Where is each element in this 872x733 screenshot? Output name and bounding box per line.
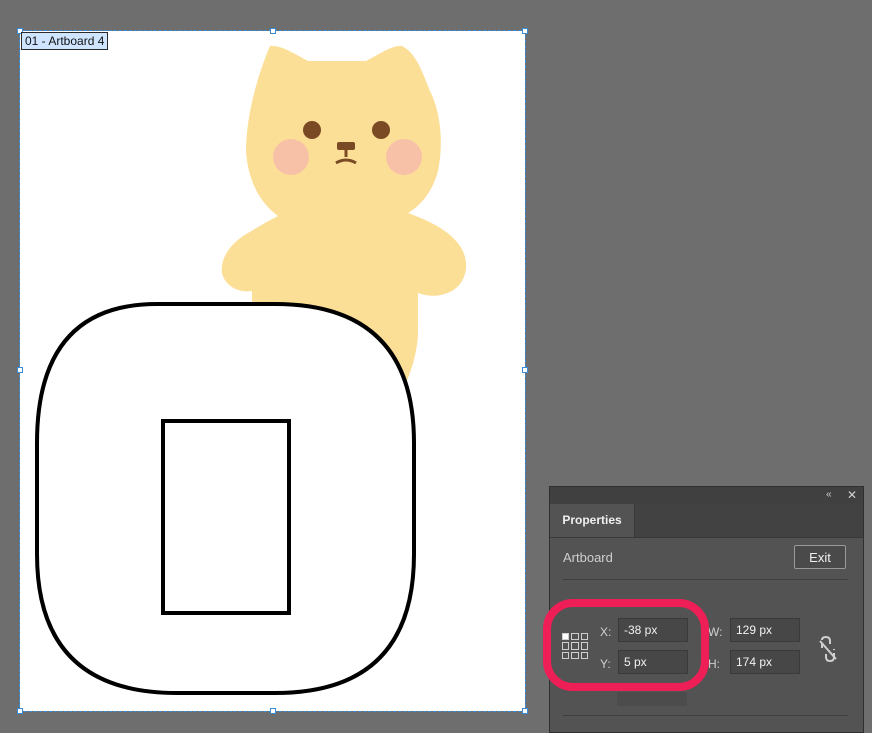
panel-tab-bar: Properties [550, 503, 863, 538]
selection-handle-bottom-middle[interactable] [270, 708, 276, 714]
artboard-canvas[interactable] [19, 30, 526, 712]
left-blush [273, 139, 309, 175]
selection-handle-middle-right[interactable] [522, 367, 528, 373]
left-eye [303, 121, 321, 139]
selection-handle-top-middle[interactable] [270, 28, 276, 34]
selection-handle-bottom-left[interactable] [17, 708, 23, 714]
hidden-field-fragment [617, 692, 687, 706]
right-eye [372, 121, 390, 139]
w-label: W: [708, 625, 723, 639]
exit-button[interactable]: Exit [794, 545, 846, 569]
section-divider [563, 579, 848, 580]
selection-handle-bottom-right[interactable] [522, 708, 528, 714]
unlink-proportions-icon[interactable] [817, 636, 839, 662]
height-input[interactable]: 174 px [730, 650, 800, 674]
close-icon[interactable]: ✕ [847, 487, 857, 503]
tab-properties[interactable]: Properties [550, 504, 635, 537]
artboard-artwork [35, 45, 467, 695]
right-blush [386, 139, 422, 175]
selection-handle-top-right[interactable] [522, 28, 528, 34]
bear-nose [337, 142, 355, 150]
section-divider-bottom [563, 715, 848, 716]
panel-header-bar: « ✕ [550, 487, 863, 503]
selection-handle-middle-left[interactable] [17, 367, 23, 373]
artboard-name-label[interactable]: 01 - Artboard 4 [21, 32, 109, 50]
h-label: H: [708, 657, 720, 671]
collapse-panel-icon[interactable]: « [826, 487, 832, 503]
annotation-highlight-ring [543, 599, 709, 691]
inner-rectangle-shape[interactable] [161, 419, 291, 615]
section-title-artboard: Artboard [563, 550, 613, 565]
width-input[interactable]: 129 px [730, 618, 800, 642]
